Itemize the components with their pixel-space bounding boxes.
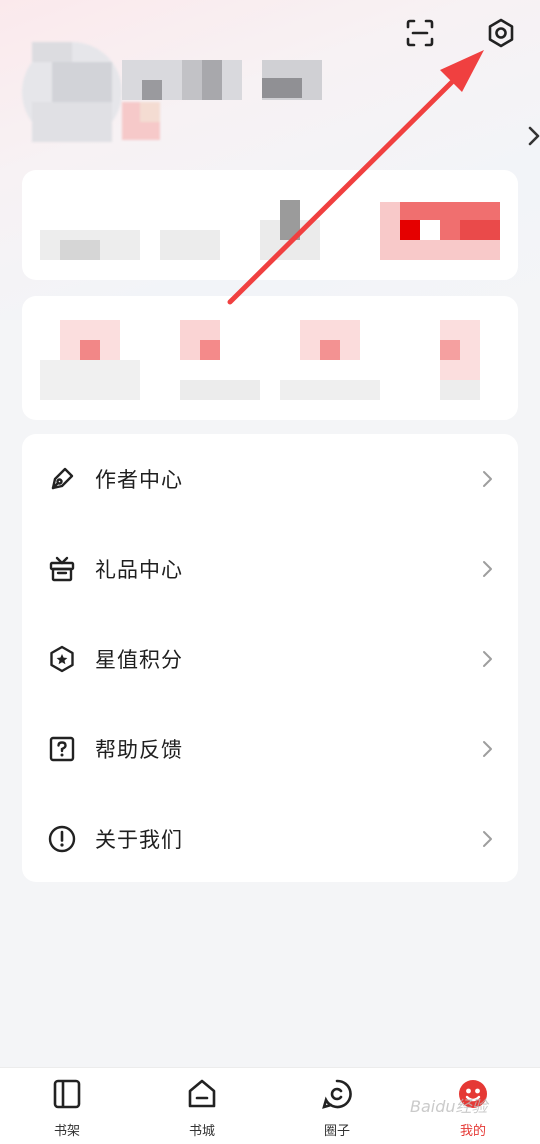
menu-item-help-feedback[interactable]: 帮助反馈 <box>22 704 518 794</box>
menu-item-gift-center[interactable]: 礼品中心 <box>22 524 518 614</box>
bookstore-icon <box>188 1079 216 1108</box>
chevron-right-icon[interactable] <box>520 122 540 150</box>
menu-label: 星值积分 <box>95 648 183 672</box>
tab-label: 圈子 <box>323 1124 350 1139</box>
menu-item-about-us[interactable]: 关于我们 <box>22 794 518 884</box>
gift-icon <box>46 553 78 585</box>
menu-label: 关于我们 <box>95 828 183 852</box>
pen-icon <box>46 463 78 495</box>
circle-chat-icon <box>322 1079 352 1109</box>
chevron-right-icon <box>483 651 492 667</box>
menu-item-star-points[interactable]: 星值积分 <box>22 614 518 704</box>
question-icon <box>46 733 78 765</box>
bookshelf-icon <box>53 1079 81 1109</box>
chevron-right-icon <box>483 471 492 487</box>
stats-card <box>22 170 518 280</box>
chevron-right-icon <box>483 741 492 757</box>
chevron-right-icon <box>483 831 492 847</box>
menu-list: 作者中心 礼品中心 星值积分 帮助反馈 关于我们 <box>22 434 518 882</box>
profile-header[interactable] <box>22 42 540 152</box>
tab-bookshelf[interactable]: 书架 <box>22 1068 112 1144</box>
tab-label: 书架 <box>53 1124 80 1139</box>
watermark: Baidu经验 <box>410 1097 488 1116</box>
menu-item-author-center[interactable]: 作者中心 <box>22 434 518 524</box>
menu-label: 帮助反馈 <box>95 738 183 762</box>
star-hexagon-icon <box>46 643 78 675</box>
tab-label: 我的 <box>459 1124 486 1139</box>
chevron-right-icon <box>483 561 492 577</box>
info-icon <box>46 823 78 855</box>
menu-label: 作者中心 <box>95 468 183 492</box>
features-card[interactable] <box>22 296 518 420</box>
tab-circle[interactable]: 圈子 <box>292 1068 382 1144</box>
menu-label: 礼品中心 <box>95 558 183 582</box>
tab-bookstore[interactable]: 书城 <box>157 1068 247 1144</box>
tab-label: 书城 <box>188 1124 215 1139</box>
